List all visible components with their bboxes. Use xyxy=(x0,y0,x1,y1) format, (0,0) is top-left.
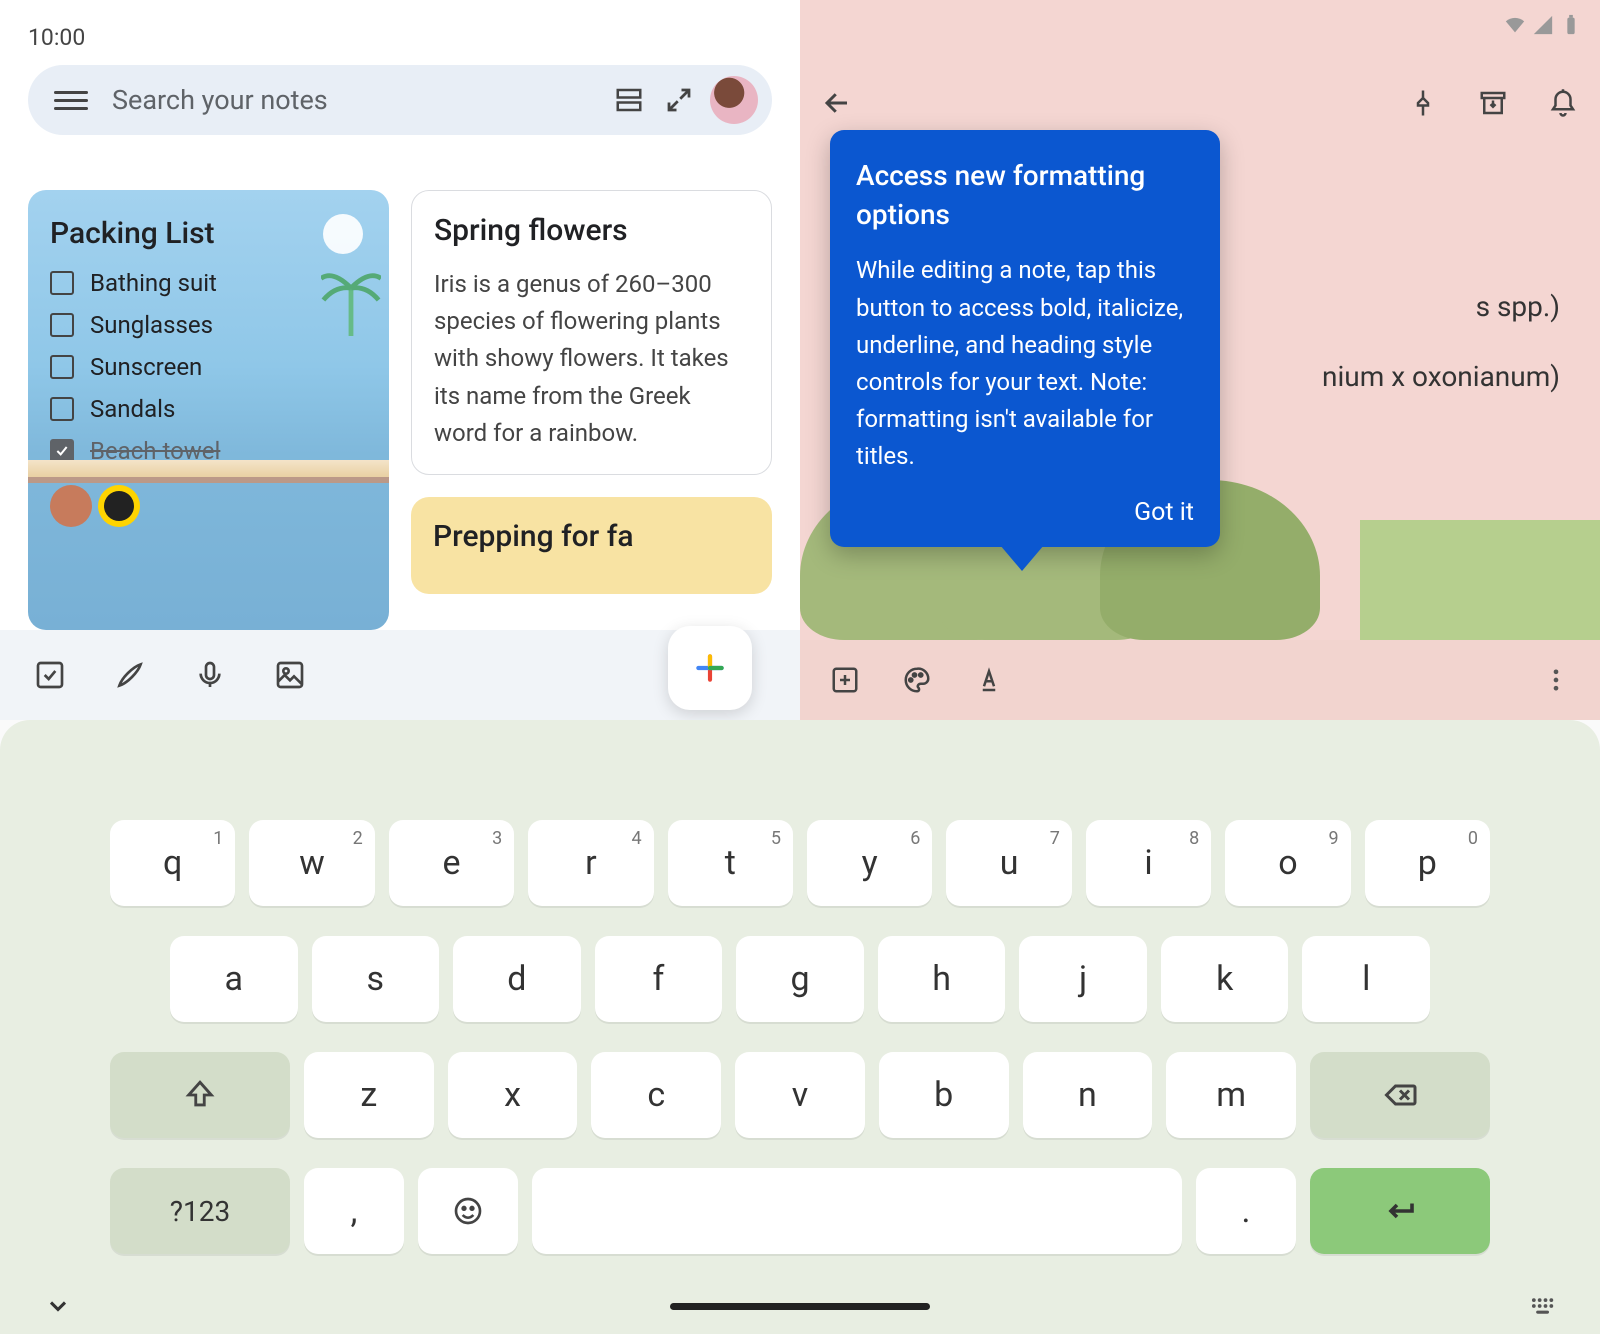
list-view-icon[interactable] xyxy=(608,79,650,121)
note-editor-pane: s spp.) nium x oxonianum) Access new for… xyxy=(800,0,1600,720)
search-input[interactable]: Search your notes xyxy=(112,84,600,116)
new-note-fab[interactable] xyxy=(668,626,752,710)
emoji-key[interactable] xyxy=(418,1168,518,1254)
key-u[interactable]: u7 xyxy=(946,820,1071,906)
key-d[interactable]: d xyxy=(453,936,581,1022)
battery-icon xyxy=(1560,14,1582,36)
editor-toolbar xyxy=(800,640,1600,720)
checklist-item-label: Sunglasses xyxy=(90,311,213,339)
checklist-icon[interactable] xyxy=(34,659,66,691)
note-title: Spring flowers xyxy=(434,213,749,248)
symbols-key[interactable]: ?123 xyxy=(110,1168,290,1254)
collab-avatar[interactable] xyxy=(50,485,92,527)
wifi-icon xyxy=(1504,14,1526,36)
tooltip-dismiss-button[interactable]: Got it xyxy=(856,498,1194,527)
checkbox-icon[interactable] xyxy=(50,271,74,295)
back-icon[interactable] xyxy=(822,88,852,118)
format-icon[interactable] xyxy=(974,665,1004,695)
key-k[interactable]: k xyxy=(1161,936,1289,1022)
space-key[interactable] xyxy=(532,1168,1182,1254)
period-key[interactable]: . xyxy=(1196,1168,1296,1254)
palette-icon[interactable] xyxy=(902,665,932,695)
keyboard-settings-icon[interactable] xyxy=(1528,1292,1556,1320)
note-body: Iris is a genus of 260–300 species of fl… xyxy=(434,266,749,452)
note-title: Prepping for fa xyxy=(433,519,750,554)
brush-icon[interactable] xyxy=(114,659,146,691)
key-y[interactable]: y6 xyxy=(807,820,932,906)
collapse-keyboard-icon[interactable] xyxy=(44,1292,72,1320)
checklist-item[interactable]: Sunglasses xyxy=(50,311,367,339)
menu-icon[interactable] xyxy=(54,83,88,117)
soft-keyboard: q1w2e3r4t5y6u7i8o9p0 asdfghjkl zxcvbnm ?… xyxy=(0,720,1600,1334)
note-text-fragment: s spp.) xyxy=(1476,290,1560,323)
more-icon[interactable] xyxy=(1542,666,1570,694)
key-s[interactable]: s xyxy=(312,936,440,1022)
checklist-item-label: Sandals xyxy=(90,395,175,423)
key-b[interactable]: b xyxy=(879,1052,1009,1138)
add-icon[interactable] xyxy=(830,665,860,695)
checklist-item[interactable]: Sunscreen xyxy=(50,353,367,381)
key-c[interactable]: c xyxy=(591,1052,721,1138)
checklist-item[interactable]: Bathing suit xyxy=(50,269,367,297)
key-n[interactable]: n xyxy=(1023,1052,1153,1138)
comma-key[interactable]: , xyxy=(304,1168,404,1254)
checklist-item-label: Bathing suit xyxy=(90,269,217,297)
key-e[interactable]: e3 xyxy=(389,820,514,906)
reminder-icon[interactable] xyxy=(1548,88,1578,118)
image-icon[interactable] xyxy=(274,659,306,691)
mic-icon[interactable] xyxy=(194,659,226,691)
avatar[interactable] xyxy=(710,76,758,124)
checkbox-icon[interactable] xyxy=(50,313,74,337)
note-card-packing[interactable]: Packing List Bathing suit Sunglasses Sunsc… xyxy=(28,190,389,630)
shift-key[interactable] xyxy=(110,1052,290,1138)
note-title: Packing List xyxy=(50,216,367,251)
key-a[interactable]: a xyxy=(170,936,298,1022)
backspace-key[interactable] xyxy=(1310,1052,1490,1138)
key-h[interactable]: h xyxy=(878,936,1006,1022)
key-m[interactable]: m xyxy=(1166,1052,1296,1138)
checklist-item-label: Sunscreen xyxy=(90,353,202,381)
nav-handle[interactable] xyxy=(670,1303,930,1310)
expand-icon[interactable] xyxy=(658,79,700,121)
archive-icon[interactable] xyxy=(1478,88,1508,118)
tooltip-title: Access new formatting options xyxy=(856,156,1194,234)
key-z[interactable]: z xyxy=(304,1052,434,1138)
key-g[interactable]: g xyxy=(736,936,864,1022)
checklist-item[interactable]: Sandals xyxy=(50,395,367,423)
note-text-fragment: nium x oxonianum) xyxy=(1322,360,1560,393)
signal-icon xyxy=(1532,14,1554,36)
collab-avatar[interactable] xyxy=(98,485,140,527)
key-q[interactable]: q1 xyxy=(110,820,235,906)
formatting-tooltip: Access new formatting options While edit… xyxy=(830,130,1220,547)
key-l[interactable]: l xyxy=(1302,936,1430,1022)
key-p[interactable]: p0 xyxy=(1365,820,1490,906)
key-r[interactable]: r4 xyxy=(528,820,653,906)
key-o[interactable]: o9 xyxy=(1225,820,1350,906)
collaborators xyxy=(50,485,367,527)
palm-decoration xyxy=(321,260,381,340)
note-card-spring[interactable]: Spring flowers Iris is a genus of 260–30… xyxy=(411,190,772,475)
clock: 10:00 xyxy=(28,24,85,51)
tooltip-body: While editing a note, tap this button to… xyxy=(856,252,1194,475)
key-j[interactable]: j xyxy=(1019,936,1147,1022)
key-t[interactable]: t5 xyxy=(668,820,793,906)
enter-key[interactable] xyxy=(1310,1168,1490,1254)
status-icons xyxy=(1504,14,1582,36)
note-card-yellow[interactable]: Prepping for fa xyxy=(411,497,772,594)
key-v[interactable]: v xyxy=(735,1052,865,1138)
key-x[interactable]: x xyxy=(448,1052,578,1138)
search-bar[interactable]: Search your notes xyxy=(28,65,772,135)
pin-icon[interactable] xyxy=(1408,88,1438,118)
key-i[interactable]: i8 xyxy=(1086,820,1211,906)
notes-list-pane: 10:00 Search your notes Packing List xyxy=(0,0,800,720)
key-w[interactable]: w2 xyxy=(249,820,374,906)
key-f[interactable]: f xyxy=(595,936,723,1022)
checkbox-icon[interactable] xyxy=(50,397,74,421)
checkbox-icon[interactable] xyxy=(50,355,74,379)
sun-decoration xyxy=(323,214,363,254)
